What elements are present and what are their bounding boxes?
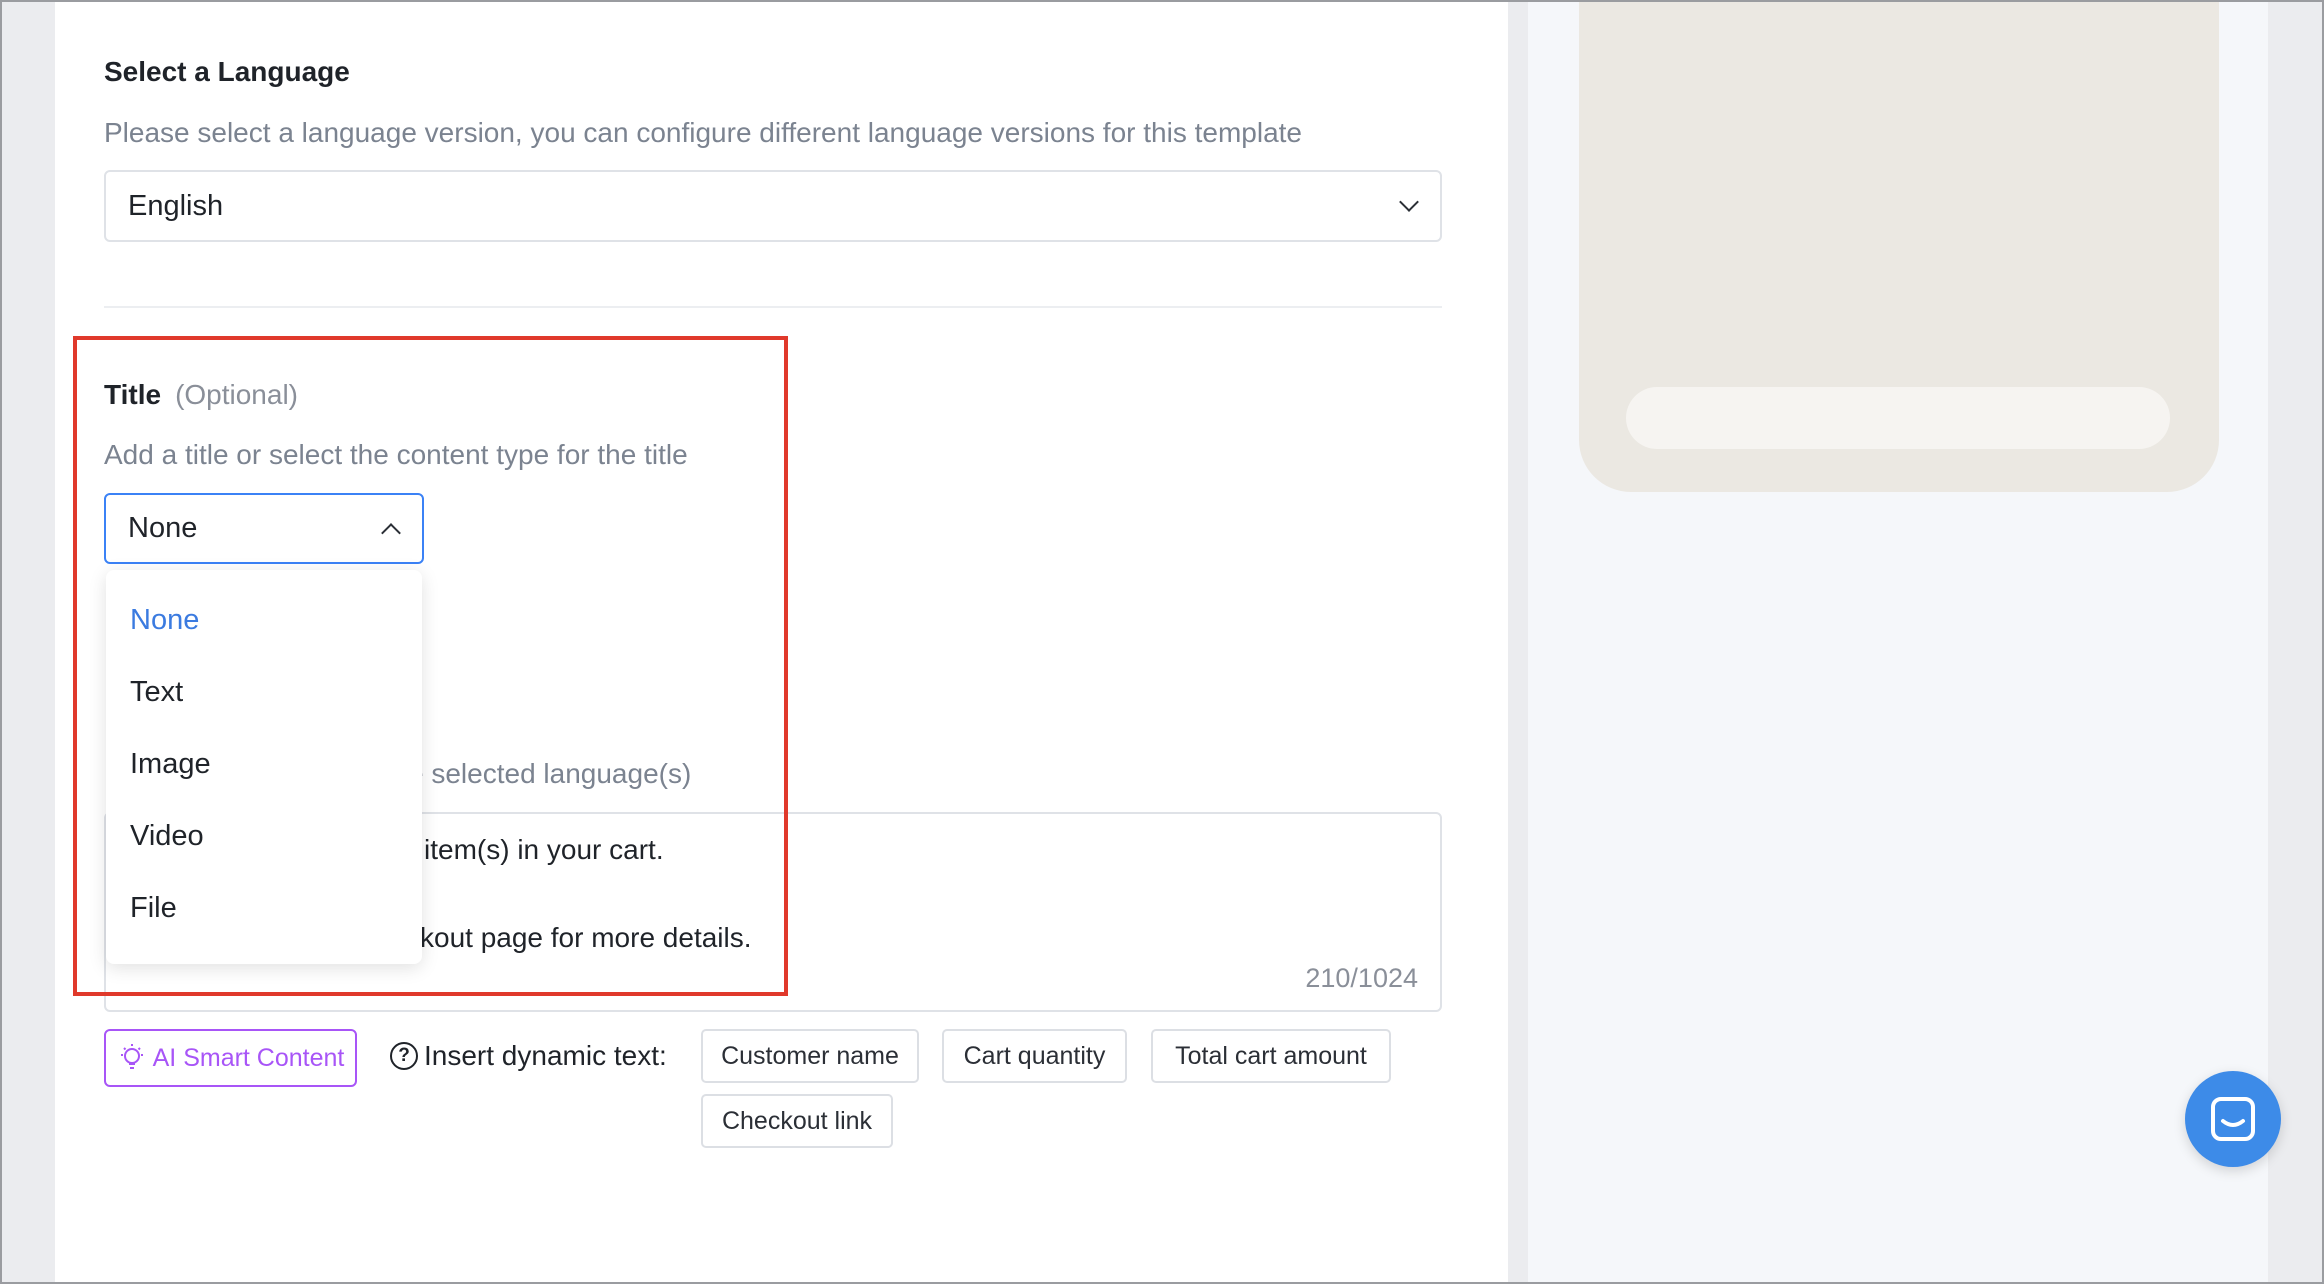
window-frame xyxy=(0,0,2324,1284)
